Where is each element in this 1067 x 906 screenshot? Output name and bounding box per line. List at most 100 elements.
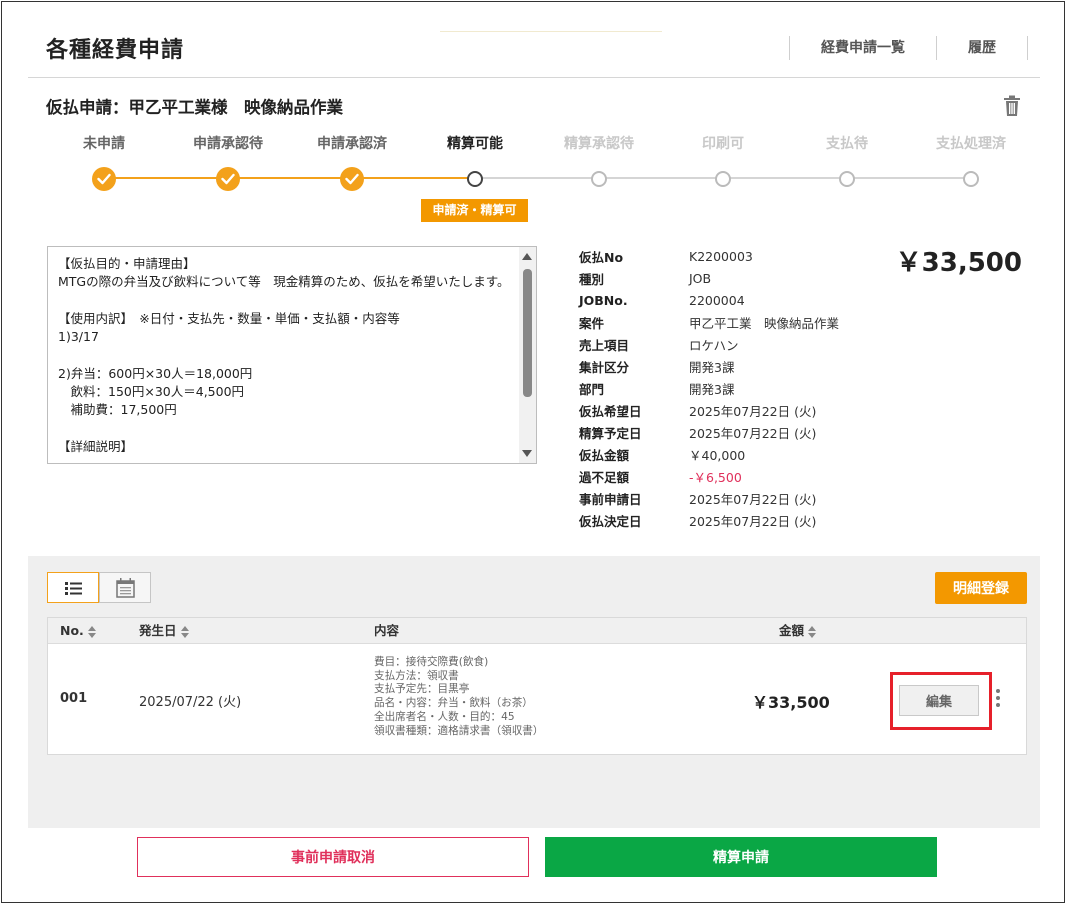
pending-step-dot-icon [839,171,855,187]
detail-key: 仮払金額 [579,447,630,463]
detail-row: 案件 甲乙平工業 映像納品作業 [579,311,879,333]
content-line: 費目：接待交際費(飲食) [374,656,489,668]
content-line: 品名・内容：弁当・飲料（お茶） [374,697,533,710]
step-label: 支払待 [826,136,868,152]
check-icon [340,167,364,191]
detail-key: JOBNo. [579,292,628,308]
sort-icon [87,625,96,638]
detail-list: 仮払No K2200003 種別 JOB JOBNo. 2200004 案件 甲乙平工業 映像… [579,245,879,531]
calendar-view-button[interactable] [99,572,151,603]
step-4: 精算可能 [413,132,537,187]
detail-value: ￥40,000 [689,447,746,463]
col-amount-label: 金額 [779,623,805,638]
step-label: 申請承認済 [317,136,387,152]
edit-button[interactable]: 編集 [899,685,979,716]
step-label: 未申請 [83,136,125,152]
submit-settlement-button[interactable]: 精算申請 [545,837,937,877]
row-content: 費目：接待交際費(飲食) 支払方法：領収書 支払予定先：目黒亭 品名・内容：弁当・飲料… [374,656,544,738]
step-label: 申請承認待 [193,136,263,152]
step-label: 印刷可 [702,136,744,152]
progress-stepper: 申請済・精算可 未申請 申請承認待 申請承認済 精算可能 精算承認待 印刷可 支払待 支払処理… [42,132,1032,227]
detail-value: 2025年07月22日 (火) [689,425,817,441]
detail-row: 事前申請日 2025年07月22日 (火) [579,487,879,509]
detail-value: -￥6,500 [689,469,742,485]
detail-row: 仮払No K2200003 [579,245,879,267]
col-date-label: 発生日 [139,623,177,638]
table-header: No. 発生日 内容 金額 [48,618,1026,644]
col-date-header[interactable]: 発生日 [139,618,189,644]
register-detail-button[interactable]: 明細登録 [935,572,1027,604]
detail-key: 案件 [579,315,605,331]
detail-key: 仮払No [579,249,624,265]
detail-key: 売上項目 [579,337,630,353]
list-view-button[interactable] [47,572,99,603]
detail-table: No. 発生日 内容 金額 001 2025/07/22 (火) 費目：接待交際… [47,617,1027,755]
more-options-icon[interactable] [993,689,1003,711]
calendar-icon [116,578,135,598]
pending-step-dot-icon [963,171,979,187]
table-row: 001 2025/07/22 (火) 費目：接待交際費(飲食) 支払方法：領収書支… [48,645,1026,755]
page-header: 各種経費申請 経費申請一覧 履歴 [28,18,1040,78]
app-window: 各種経費申請 経費申請一覧 履歴 仮払申請：甲乙平工業様 映像納品作業 申請済・… [1,1,1065,903]
detail-value: 2025年07月22日 (火) [689,513,817,529]
cancel-pre-request-button[interactable]: 事前申請取消 [137,837,529,877]
detail-value: 2025年07月22日 (火) [689,403,817,419]
check-icon [92,167,116,191]
top-tab-underline [440,16,662,32]
detail-value: ロケハン [689,337,739,353]
detail-row: 精算予定日 2025年07月22日 (火) [579,421,879,443]
content-line: 全出席者名・人数・目的：45 [374,710,515,723]
detail-value: 甲乙平工業 映像納品作業 [689,315,840,331]
view-toggle [47,572,151,603]
purpose-scrollbar[interactable] [519,247,536,463]
detail-row: 売上項目 ロケハン [579,333,879,355]
col-amount-header[interactable]: 金額 [779,618,817,644]
request-title: 仮払申請：甲乙平工業様 映像納品作業 [46,98,343,117]
detail-key: 仮払決定日 [579,513,642,529]
row-date: 2025/07/22 (火) [139,695,242,710]
detail-value: 2200004 [689,292,745,308]
col-no-header[interactable]: No. [60,618,96,644]
row-no: 001 [60,691,88,706]
nav-expense-list-link[interactable]: 経費申請一覧 [790,36,936,60]
row-amount: ￥33,500 [752,693,830,712]
current-step-dot-icon [467,171,483,187]
detail-key: 仮払希望日 [579,403,642,419]
step-label: 精算承認待 [564,136,634,152]
detail-items-section: 明細登録 No. 発生日 内容 金額 001 2025/07/22 (火) 費目… [28,556,1040,828]
step-5: 精算承認待 [537,132,661,187]
col-no-label: No. [60,623,84,638]
step-3: 申請承認済 [290,132,414,191]
detail-row: JOBNo. 2200004 [579,289,879,311]
step-1: 未申請 [42,132,166,191]
step-label: 支払処理済 [936,136,1006,152]
step-7: 支払待 [785,132,909,187]
sort-icon [180,625,189,638]
detail-key: 集計区分 [579,359,630,375]
content-line: 支払方法：領収書 [374,669,459,682]
nav-history-link[interactable]: 履歴 [937,36,1027,60]
scroll-thumb[interactable] [523,269,532,397]
total-amount: ￥33,500 [895,248,1022,278]
step-8: 支払処理済 [909,132,1033,187]
detail-key: 過不足額 [579,469,630,485]
purpose-textarea[interactable]: 【仮払目的・申請理由】 MTGの際の弁当及び飲料について等 現金精算のため、仮払… [47,246,537,464]
check-icon [216,167,240,191]
detail-value: 開発3課 [689,359,735,375]
scroll-down-arrow-icon[interactable] [522,450,532,457]
col-content-header: 内容 [374,623,400,638]
trash-icon[interactable] [1002,95,1022,117]
status-badge: 申請済・精算可 [421,199,528,222]
content-line: 支払予定先：目黒亭 [374,683,470,696]
detail-row: 集計区分 開発3課 [579,355,879,377]
detail-row: 仮払決定日 2025年07月22日 (火) [579,509,879,531]
content-line: 領収書種類：適格請求書（領収書） [374,724,544,737]
detail-value: 開発3課 [689,381,735,397]
scroll-up-arrow-icon[interactable] [522,253,532,260]
nav-divider [1027,36,1028,60]
detail-row: 種別 JOB [579,267,879,289]
pending-step-dot-icon [591,171,607,187]
detail-value: K2200003 [689,248,753,264]
detail-key: 精算予定日 [579,425,642,441]
detail-key: 部門 [579,381,605,397]
